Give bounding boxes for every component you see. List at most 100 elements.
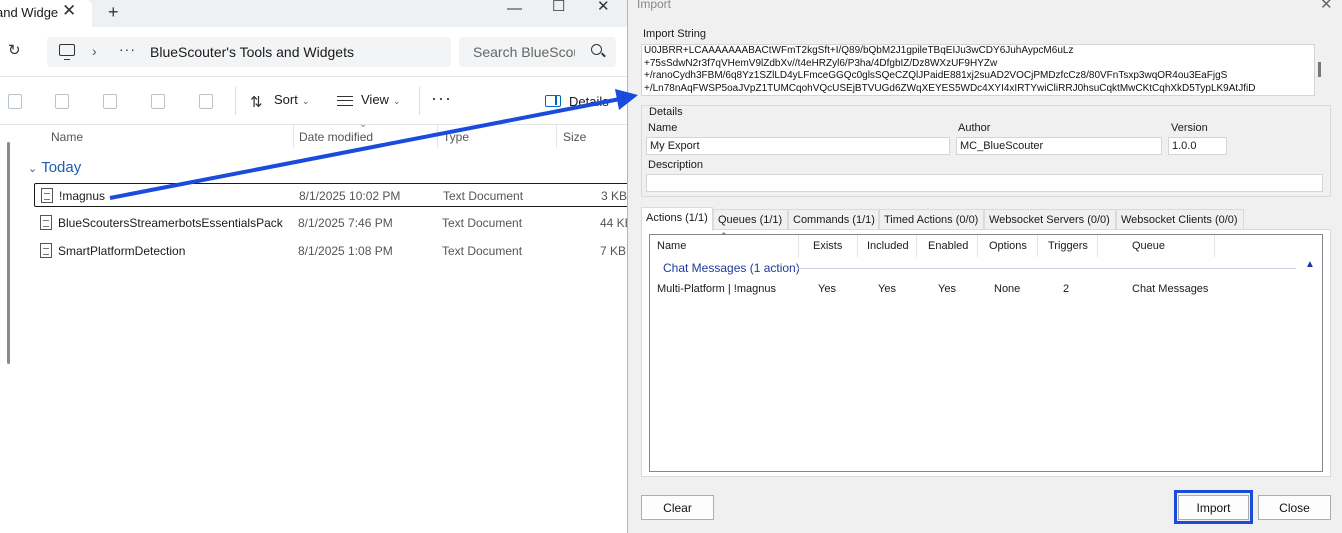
column-divider[interactable] — [798, 235, 799, 257]
rename-icon[interactable] — [103, 94, 117, 109]
clear-button[interactable]: Clear — [641, 495, 714, 520]
view-button[interactable]: View ⌄ — [361, 92, 401, 107]
breadcrumb[interactable]: › ··· BlueScouter's Tools and Widgets — [47, 37, 451, 67]
column-divider[interactable] — [916, 235, 917, 257]
chevron-right-icon[interactable]: › — [92, 43, 97, 59]
file-row[interactable]: BlueScoutersStreamerbotsEssentialsPack 8… — [34, 211, 628, 235]
tab-queues[interactable]: Queues (1/1) — [713, 209, 788, 230]
tab-commands[interactable]: Commands (1/1) — [788, 209, 879, 230]
group-header-today[interactable]: ⌄ Today — [28, 159, 81, 176]
view-label: View — [361, 92, 389, 107]
description-field[interactable] — [646, 174, 1323, 192]
list-header-options[interactable]: Options — [989, 235, 1027, 257]
list-header-exists[interactable]: Exists — [813, 235, 842, 257]
import-string-line: +/Ln78nAqFWSP5oaJVpZ1TUMCqohVQcUSEjBTVUG… — [644, 82, 1256, 94]
file-date: 8/1/2025 10:02 PM — [299, 189, 401, 203]
column-divider[interactable] — [1214, 235, 1215, 257]
paste-icon[interactable] — [55, 94, 69, 109]
column-divider[interactable] — [977, 235, 978, 257]
list-header-included[interactable]: Included — [867, 235, 909, 257]
tab-timed-actions[interactable]: Timed Actions (0/0) — [879, 209, 984, 230]
explorer-tab[interactable]: and Widge ✕ — [0, 0, 92, 27]
tab-actions[interactable]: Actions (1/1) — [641, 207, 713, 231]
navigation-scrollbar[interactable] — [7, 142, 10, 364]
list-header-triggers[interactable]: Triggers — [1048, 235, 1088, 257]
tab-strip: Actions (1/1) Queues (1/1) Commands (1/1… — [641, 207, 1331, 231]
view-icon — [337, 96, 353, 106]
file-name: BlueScoutersStreamerbotsEssentialsPack — [58, 216, 283, 230]
row-queue: Chat Messages — [1132, 283, 1209, 295]
row-triggers: 2 — [1063, 283, 1070, 295]
file-name: SmartPlatformDetection — [58, 244, 186, 258]
list-header-queue[interactable]: Queue — [1132, 235, 1165, 257]
more-path-icon[interactable]: ··· — [119, 41, 136, 57]
column-divider[interactable] — [556, 124, 557, 148]
actions-tab-panel: ⌃ Name Exists Included Enabled Options T… — [641, 229, 1331, 477]
row-exists: Yes — [818, 283, 836, 295]
list-header-name[interactable]: Name — [657, 235, 686, 257]
file-row[interactable]: !magnus 8/1/2025 10:02 PM Text Document … — [34, 183, 628, 207]
column-divider[interactable] — [293, 124, 294, 148]
refresh-icon[interactable]: ↻ — [8, 41, 21, 59]
share-icon[interactable] — [151, 94, 165, 109]
column-divider[interactable] — [437, 124, 438, 148]
sort-caret-icon: ⌃ — [720, 231, 728, 241]
column-divider[interactable] — [1097, 235, 1098, 257]
command-bar: ⇅ Sort ⌄ View ⌄ ··· Details — [0, 77, 628, 125]
close-tab-icon[interactable]: ✕ — [62, 1, 76, 21]
file-size: 3 KB — [601, 189, 628, 203]
column-header-date[interactable]: Date modified — [299, 130, 373, 144]
file-row[interactable]: SmartPlatformDetection 8/1/2025 1:08 PM … — [34, 239, 628, 263]
close-button[interactable]: Close — [1258, 495, 1331, 520]
search-icon[interactable] — [591, 44, 602, 55]
computer-icon — [59, 44, 75, 60]
search-input[interactable]: Search BlueScou — [473, 44, 575, 60]
details-pane-icon[interactable] — [545, 95, 561, 107]
file-explorer-window: and Widge ✕ + — ☐ ✕ ↻ › ··· BlueScouter'… — [0, 0, 628, 533]
breadcrumb-folder[interactable]: BlueScouter's Tools and Widgets — [150, 44, 354, 60]
more-options-icon[interactable]: ··· — [431, 88, 452, 109]
column-header-name[interactable]: Name — [51, 130, 83, 144]
copy-icon[interactable] — [8, 94, 22, 109]
column-header-type[interactable]: Type — [443, 130, 469, 144]
sort-button[interactable]: Sort ⌄ — [274, 92, 309, 107]
tab-bar: and Widge ✕ + — ☐ ✕ — [0, 0, 628, 27]
group-label: Today — [41, 159, 82, 176]
dialog-title: Import — [637, 0, 672, 11]
import-string-scrollbar[interactable] — [1318, 62, 1321, 77]
delete-icon[interactable] — [199, 94, 213, 109]
details-button[interactable]: Details — [569, 94, 609, 109]
tab-websocket-clients[interactable]: Websocket Clients (0/0) — [1116, 209, 1244, 230]
import-string-field[interactable]: U0JBRR+LCAAAAAAABACtWFmT2kgSft+I/Q89/bQb… — [641, 44, 1315, 96]
search-box[interactable]: Search BlueScou — [459, 37, 616, 67]
file-date: 8/1/2025 1:08 PM — [298, 244, 393, 258]
row-options: None — [994, 283, 1021, 295]
import-string-line: +/ranoCydh3FBM/6q8Yz1SZlLD4yLFmceGGQc0gl… — [644, 70, 1228, 82]
row-name[interactable]: Multi-Platform | !magnus — [657, 283, 776, 295]
new-tab-icon[interactable]: + — [108, 2, 119, 23]
minimize-icon[interactable]: — — [507, 0, 522, 17]
details-group-label: Details — [649, 106, 683, 118]
column-divider[interactable] — [1037, 235, 1038, 257]
import-button[interactable]: Import — [1178, 495, 1249, 520]
text-file-icon — [40, 243, 52, 258]
tab-websocket-servers[interactable]: Websocket Servers (0/0) — [984, 209, 1116, 230]
list-header-enabled[interactable]: Enabled — [928, 235, 968, 257]
toolbar-divider — [419, 87, 420, 115]
text-file-icon — [41, 188, 53, 203]
actions-list[interactable]: ⌃ Name Exists Included Enabled Options T… — [649, 231, 1323, 472]
dialog-close-icon[interactable]: ✕ — [1320, 0, 1333, 13]
name-field[interactable]: My Export — [646, 137, 950, 155]
window-close-icon[interactable]: ✕ — [597, 0, 610, 15]
author-field[interactable]: MC_BlueScouter — [956, 137, 1162, 155]
maximize-icon[interactable]: ☐ — [552, 0, 565, 15]
column-divider[interactable] — [857, 235, 858, 257]
group-divider-line — [798, 268, 1296, 269]
column-header-size[interactable]: Size — [563, 130, 586, 144]
chevron-up-icon[interactable]: ▲ — [1305, 259, 1315, 270]
list-group-header[interactable]: Chat Messages (1 action) ▲ — [650, 259, 1322, 277]
version-field[interactable]: 1.0.0 — [1168, 137, 1227, 155]
name-label: Name — [648, 122, 678, 134]
file-date: 8/1/2025 7:46 PM — [298, 216, 393, 230]
chevron-down-icon: ⌄ — [28, 163, 38, 175]
